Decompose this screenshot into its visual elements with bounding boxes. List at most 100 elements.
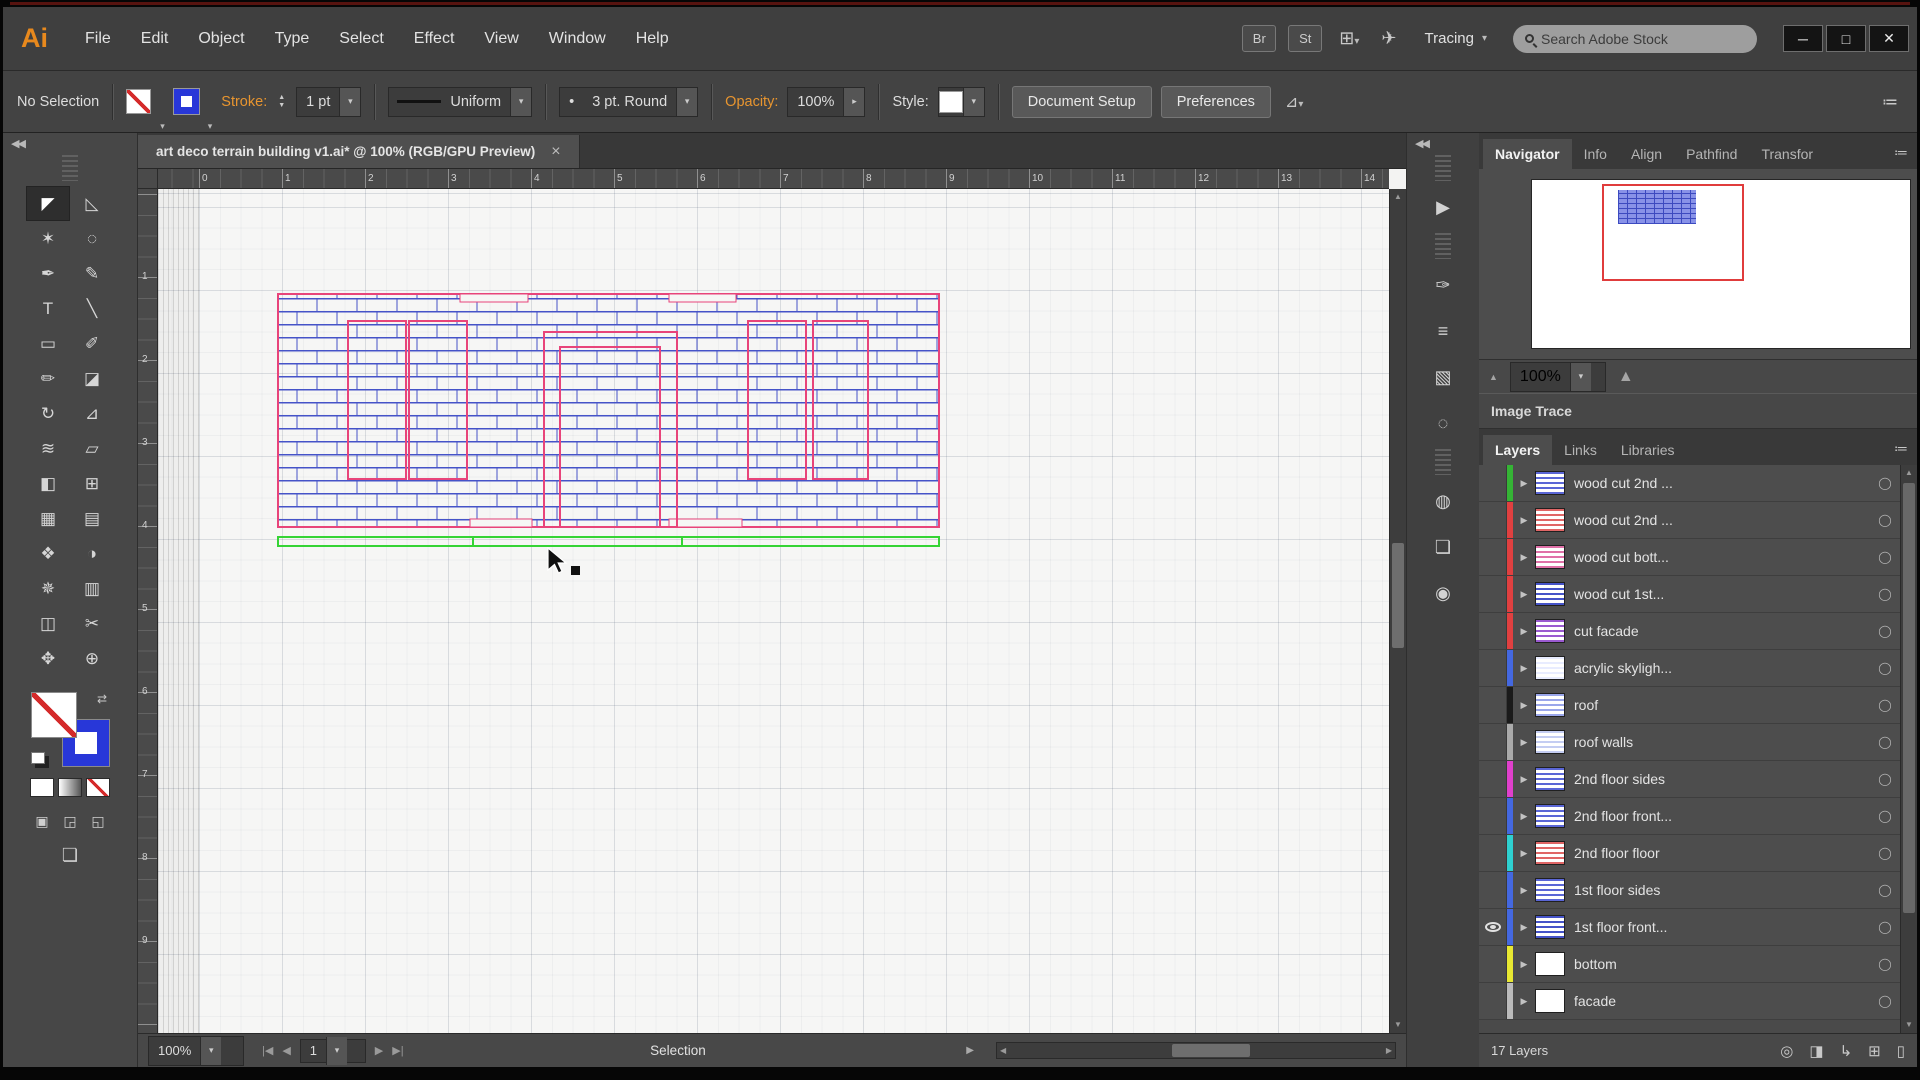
visibility-toggle[interactable] bbox=[1479, 650, 1507, 686]
layer-thumbnail[interactable] bbox=[1535, 508, 1565, 532]
target-circle-icon[interactable]: ◯ bbox=[1870, 624, 1900, 638]
tool-direct-selection[interactable]: ◺ bbox=[70, 186, 114, 221]
search-input[interactable] bbox=[1541, 30, 1721, 47]
image-trace-panel-header[interactable]: Image Trace bbox=[1479, 393, 1917, 429]
layer-row[interactable]: ▶ bottom ◯ bbox=[1479, 946, 1900, 983]
layer-name[interactable]: 2nd floor floor bbox=[1574, 845, 1870, 861]
fill-color-proxy[interactable] bbox=[31, 692, 77, 738]
expand-arrow-icon[interactable]: ▶ bbox=[1513, 700, 1535, 711]
appearance-icon[interactable]: ◍ bbox=[1420, 482, 1466, 520]
scroll-left-icon[interactable]: ◀ bbox=[1000, 1046, 1006, 1055]
visibility-toggle[interactable] bbox=[1479, 687, 1507, 723]
workspace-switcher-icon[interactable]: ⊞▾ bbox=[1331, 28, 1367, 49]
tool-selection[interactable]: ◤ bbox=[26, 186, 70, 221]
change-screen-mode-icon[interactable]: ❏ bbox=[62, 845, 78, 866]
building-outline[interactable] bbox=[277, 293, 940, 528]
next-artboard-icon[interactable]: ▶ bbox=[375, 1044, 383, 1057]
artwork-building-elevation[interactable] bbox=[277, 285, 957, 565]
stroke-weight-field[interactable]: 1 pt ▾ bbox=[296, 86, 362, 117]
visibility-toggle[interactable] bbox=[1479, 576, 1507, 612]
tab-info[interactable]: Info bbox=[1572, 139, 1619, 169]
step-down-icon[interactable]: ▼ bbox=[278, 102, 285, 110]
expand-arrow-icon[interactable]: ▶ bbox=[1513, 589, 1535, 600]
chevron-down-icon[interactable]: ▾ bbox=[1569, 362, 1591, 391]
tool-perspective-grid[interactable]: ⊞ bbox=[70, 466, 114, 501]
tool-eyedropper[interactable]: ❖ bbox=[26, 536, 70, 571]
selection-status[interactable]: No Selection bbox=[17, 94, 99, 110]
tool-hand[interactable]: ✥ bbox=[26, 641, 70, 676]
visibility-toggle[interactable] bbox=[1479, 946, 1507, 982]
layer-name[interactable]: facade bbox=[1574, 993, 1870, 1009]
tool-gradient[interactable]: ▤ bbox=[70, 501, 114, 536]
clipping-mask-icon[interactable]: ◨ bbox=[1809, 1042, 1823, 1060]
layer-thumbnail[interactable] bbox=[1535, 656, 1565, 680]
fill-swatch[interactable] bbox=[126, 89, 152, 114]
share-icon[interactable]: ✈ bbox=[1373, 28, 1404, 49]
expand-arrow-icon[interactable]: ▶ bbox=[1513, 663, 1535, 674]
layer-name[interactable]: cut facade bbox=[1574, 623, 1870, 639]
layer-name[interactable]: roof walls bbox=[1574, 734, 1870, 750]
first-artboard-icon[interactable]: |◀ bbox=[262, 1044, 273, 1057]
brushes-icon[interactable]: ✑ bbox=[1420, 266, 1466, 304]
tool-eraser[interactable]: ◪ bbox=[70, 361, 114, 396]
menu-edit[interactable]: Edit bbox=[126, 21, 184, 57]
layer-name[interactable]: wood cut bott... bbox=[1574, 549, 1870, 565]
target-circle-icon[interactable]: ◯ bbox=[1870, 957, 1900, 971]
expand-dock-icon[interactable]: ◀◀ bbox=[1407, 135, 1436, 152]
layer-name[interactable]: wood cut 2nd ... bbox=[1574, 512, 1870, 528]
scroll-right-icon[interactable]: ▶ bbox=[1386, 1046, 1392, 1055]
artwork-baseline[interactable] bbox=[277, 536, 940, 547]
scroll-down-icon[interactable]: ▼ bbox=[1901, 1017, 1917, 1033]
actions-play-icon[interactable]: ▶ bbox=[1420, 188, 1466, 226]
layer-row[interactable]: ▶ 2nd floor sides ◯ bbox=[1479, 761, 1900, 798]
target-circle-icon[interactable]: ◯ bbox=[1870, 809, 1900, 823]
tool-symbol-sprayer[interactable]: ✵ bbox=[26, 571, 70, 606]
target-circle-icon[interactable]: ◯ bbox=[1870, 513, 1900, 527]
canvas[interactable]: 0 1 2 3 4 5 6 7 8 9 10 11 12 13 14 123456789 bbox=[138, 169, 1406, 1033]
layer-name[interactable]: bottom bbox=[1574, 956, 1870, 972]
artboard-number-field[interactable]: 1 ▾ bbox=[299, 1036, 366, 1065]
tool-pen[interactable]: ✒ bbox=[26, 256, 70, 291]
layers-scrollbar[interactable]: ▲ ▼ bbox=[1900, 465, 1917, 1033]
target-circle-icon[interactable]: ◯ bbox=[1870, 920, 1900, 934]
expand-arrow-icon[interactable]: ▶ bbox=[1513, 478, 1535, 489]
tab-navigator[interactable]: Navigator bbox=[1483, 139, 1572, 169]
bridge-button[interactable]: Br bbox=[1242, 25, 1277, 52]
target-circle-icon[interactable]: ◯ bbox=[1870, 735, 1900, 749]
gradient-button[interactable] bbox=[58, 778, 82, 797]
chevron-down-icon[interactable]: ▾ bbox=[676, 87, 698, 116]
target-circle-icon[interactable]: ◯ bbox=[1870, 772, 1900, 786]
target-circle-icon[interactable]: ◯ bbox=[1870, 587, 1900, 601]
layer-row[interactable]: ▶ 1st floor sides ◯ bbox=[1479, 872, 1900, 909]
document-setup-button[interactable]: Document Setup bbox=[1011, 85, 1152, 118]
tool-line-segment[interactable]: ╲ bbox=[70, 291, 114, 326]
last-artboard-icon[interactable]: ▶| bbox=[392, 1044, 403, 1057]
parapet-notch[interactable] bbox=[668, 293, 737, 303]
layer-name[interactable]: 2nd floor sides bbox=[1574, 771, 1870, 787]
default-fill-stroke-icon[interactable] bbox=[31, 752, 45, 764]
maximize-button[interactable]: □ bbox=[1826, 25, 1866, 52]
expand-arrow-icon[interactable]: ▶ bbox=[1513, 552, 1535, 563]
chevron-down-icon[interactable]: ▾ bbox=[962, 87, 984, 116]
stroke-swatch[interactable] bbox=[172, 88, 200, 115]
swatches-icon[interactable]: ▧ bbox=[1420, 358, 1466, 396]
menu-effect[interactable]: Effect bbox=[399, 21, 470, 57]
ruler-left[interactable]: 1 2 3 4 5 6 7 8 9 bbox=[138, 189, 158, 1033]
chevron-down-icon[interactable]: ▾ bbox=[510, 87, 532, 116]
visibility-toggle[interactable] bbox=[1479, 835, 1507, 871]
layer-thumbnail[interactable] bbox=[1535, 693, 1565, 717]
stroke-panel-icon[interactable]: ≡ bbox=[1420, 312, 1466, 350]
layer-thumbnail[interactable] bbox=[1535, 878, 1565, 902]
base-notch[interactable] bbox=[469, 518, 533, 528]
expand-arrow-icon[interactable]: ▶ bbox=[1513, 959, 1535, 970]
visibility-toggle[interactable] bbox=[1479, 613, 1507, 649]
tab-align[interactable]: Align bbox=[1619, 139, 1674, 169]
menu-type[interactable]: Type bbox=[260, 21, 325, 57]
control-panel-menu-icon[interactable]: ≔ bbox=[1877, 92, 1903, 112]
stock-search-box[interactable] bbox=[1513, 24, 1757, 53]
status-expand-icon[interactable]: ▶ bbox=[966, 1045, 974, 1056]
menu-select[interactable]: Select bbox=[324, 21, 398, 57]
none-button[interactable] bbox=[86, 778, 110, 797]
chevron-down-icon[interactable]: ▾ bbox=[339, 87, 361, 116]
expand-arrow-icon[interactable]: ▶ bbox=[1513, 996, 1535, 1007]
